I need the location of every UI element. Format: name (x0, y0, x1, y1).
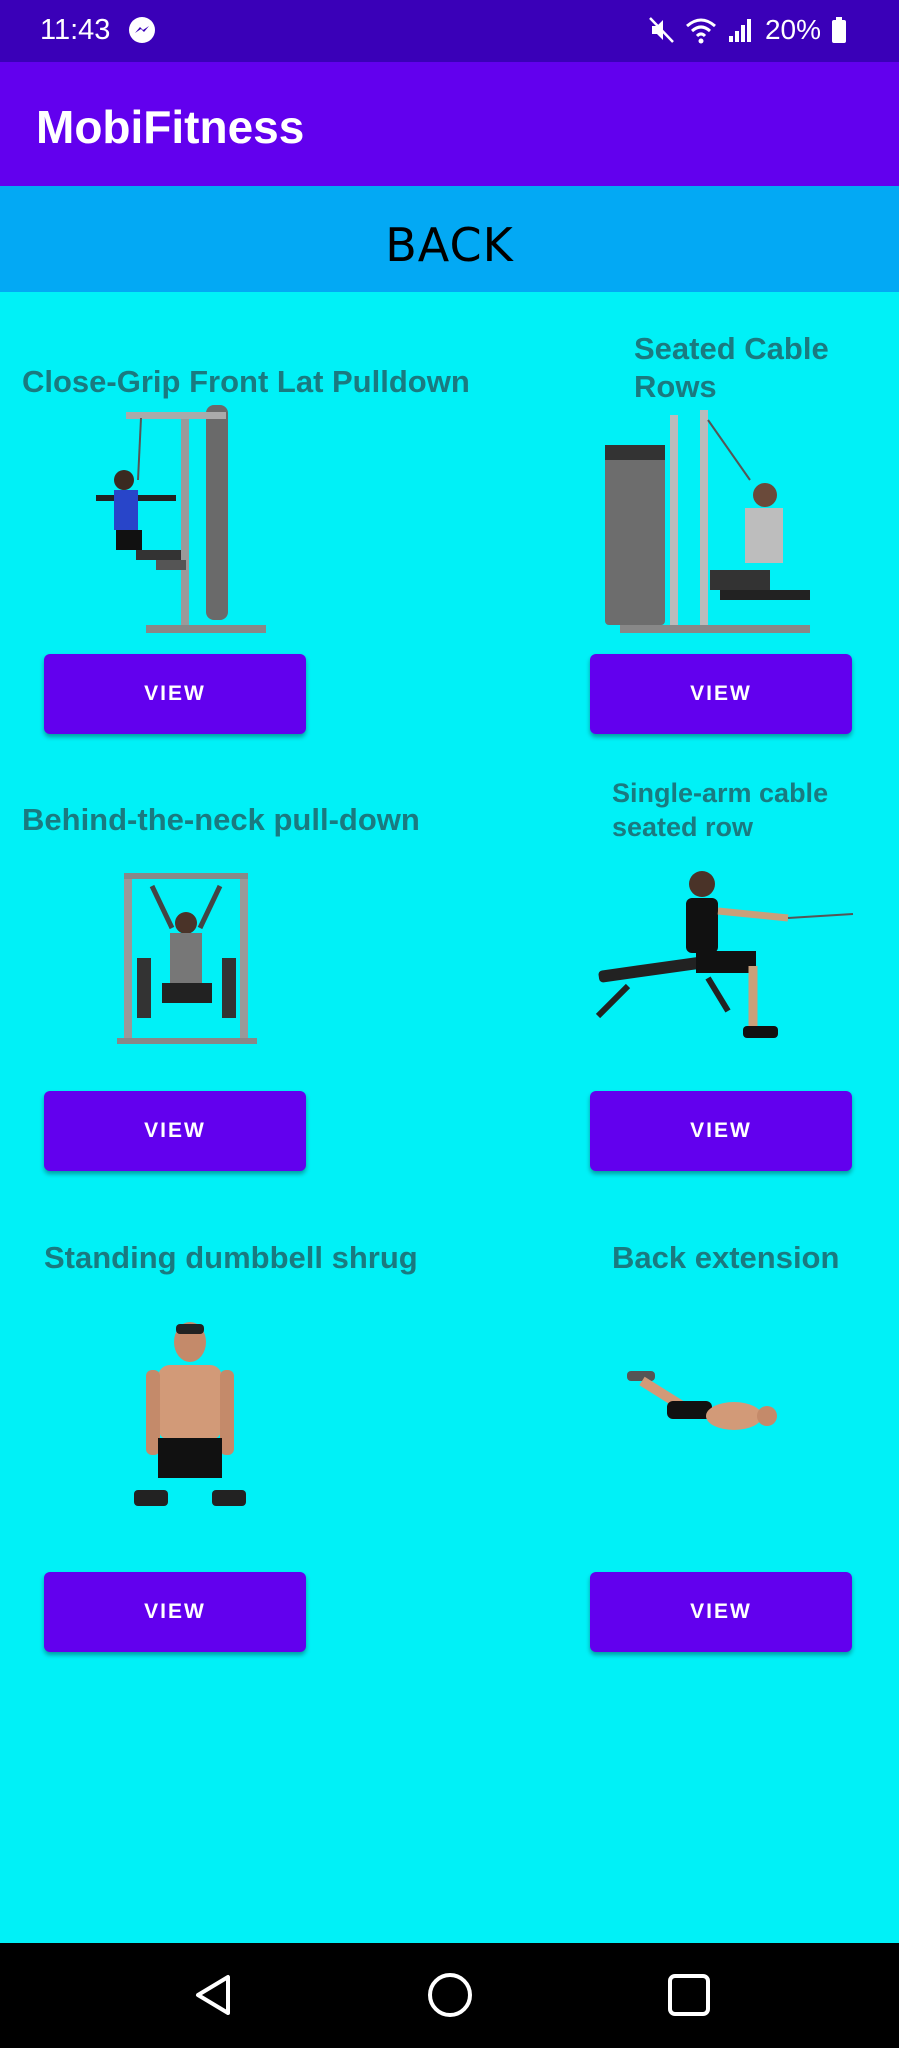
battery-percent: 20% (764, 14, 821, 45)
view-button[interactable]: VIEW (44, 1091, 306, 1171)
back-label: BACK (385, 218, 514, 272)
back-icon[interactable] (190, 1971, 238, 2019)
view-button[interactable]: VIEW (590, 654, 852, 734)
exercise-title: Back extension (612, 1240, 840, 1275)
back-extension-image (627, 1371, 777, 1430)
seated-cable-row-image (605, 410, 810, 633)
view-button[interactable]: VIEW (590, 1572, 852, 1652)
home-icon[interactable] (426, 1971, 474, 2019)
app-title: MobiFitness (36, 101, 305, 153)
recents-icon[interactable] (665, 1971, 713, 2019)
exercise-title: Behind-the-neck pull-down (22, 802, 420, 837)
exercise-title: Standing dumbbell shrug (44, 1240, 418, 1275)
behind-neck-pulldown-image (117, 873, 257, 1044)
exercise-title: Single-arm cable seated row (612, 778, 829, 842)
view-button[interactable]: VIEW (44, 1572, 306, 1652)
wifi-icon (685, 18, 716, 44)
view-button[interactable]: VIEW (44, 654, 306, 734)
mute-icon (649, 17, 674, 43)
dumbbell-shrug-image (134, 1322, 246, 1506)
messenger-icon (129, 17, 155, 43)
status-time: 11:43 (40, 14, 111, 46)
single-arm-cable-row-image (595, 871, 854, 1038)
back-button[interactable]: BACK (0, 186, 899, 292)
navigation-bar (0, 1943, 899, 2048)
app-bar: MobiFitness (0, 62, 899, 186)
exercise-title: Close-Grip Front Lat Pulldown (22, 364, 470, 399)
status-bar: 11:43 20% (0, 0, 899, 62)
lat-pulldown-image (96, 405, 266, 633)
signal-icon (728, 19, 751, 42)
battery-icon (832, 17, 846, 43)
view-button[interactable]: VIEW (590, 1091, 852, 1171)
status-icons: 20% (649, 12, 847, 48)
exercise-title: Seated Cable Rows (634, 331, 829, 404)
